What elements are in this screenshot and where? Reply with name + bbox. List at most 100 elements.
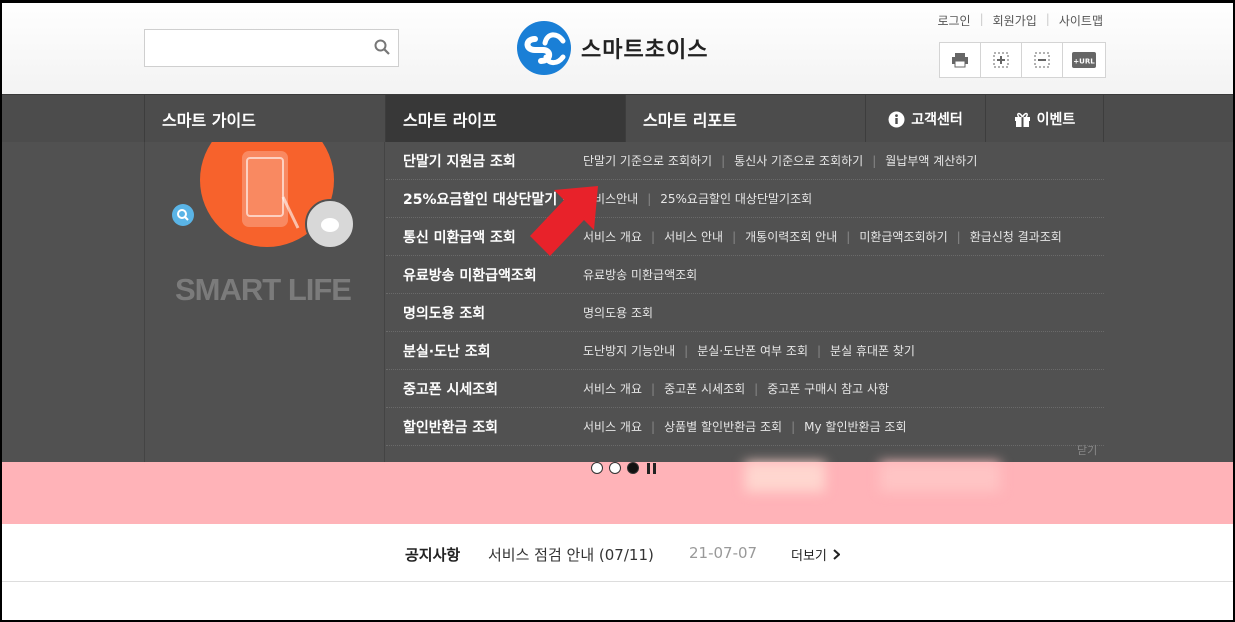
separator: | <box>979 12 984 26</box>
separator: | <box>817 343 822 358</box>
url-copy-button[interactable]: +URL <box>1063 43 1105 77</box>
nav-label: 고객센터 <box>911 112 963 128</box>
red-arrow-annotation <box>530 186 598 256</box>
nav-label: 스마트 가이드 <box>162 111 256 130</box>
nav-smart-life[interactable]: 스마트 라이프 <box>385 95 625 143</box>
submenu-title[interactable]: 중고폰 시세조회 <box>386 379 583 399</box>
submenu-title[interactable]: 단말기 지원금 조회 <box>386 151 583 171</box>
submenu-row: 할인반환금 조회 서비스 개요 | 상품별 할인반환금 조회 | My 할인반환금 조회 <box>386 408 1104 446</box>
nav-customer-center[interactable]: 고객센터 <box>865 95 985 143</box>
svg-text:+URL: +URL <box>1073 58 1095 66</box>
submenu-link[interactable]: 25%요금할인 대상단말기조회 <box>660 190 812 207</box>
logo-icon <box>517 21 571 75</box>
nav-smart-guide[interactable]: 스마트 가이드 <box>144 95 385 143</box>
submenu-link[interactable]: 중고폰 시세조회 <box>664 380 745 397</box>
submenu-links: 도난방지 기능안내 | 분실·도난폰 여부 조회 | 분실 휴대폰 찾기 <box>583 342 915 359</box>
page-tools: +URL <box>939 42 1106 78</box>
notice-title[interactable]: 서비스 점검 안내 (07/11) <box>488 544 654 565</box>
submenu-row: 단말기 지원금 조회 단말기 기준으로 조회하기 | 통신사 기준으로 조회하기 | 월납… <box>386 142 1104 180</box>
separator: | <box>732 229 737 244</box>
submenu-link[interactable]: 통신사 기준으로 조회하기 <box>734 152 863 169</box>
submenu-row: 유료방송 미환급액조회 유료방송 미환급액조회 <box>386 256 1104 294</box>
nav-label: 이벤트 <box>1036 112 1076 128</box>
submenu-link[interactable]: 서비스 안내 <box>664 228 723 245</box>
separator: | <box>647 191 652 206</box>
chevron-right-icon <box>833 549 840 560</box>
submenu-link[interactable]: My 할인반환금 조회 <box>804 418 906 435</box>
login-link[interactable]: 로그인 <box>937 12 970 29</box>
separator: | <box>651 419 656 434</box>
separator: | <box>754 381 759 396</box>
submenu-link[interactable]: 단말기 기준으로 조회하기 <box>583 152 712 169</box>
submenu-link[interactable]: 환급신청 결과조회 <box>970 228 1062 245</box>
separator: | <box>684 343 689 358</box>
site-logo[interactable]: 스마트초이스 <box>515 20 708 76</box>
submenu-link[interactable]: 중고폰 구매시 참고 사항 <box>767 380 889 397</box>
submenu-row: 통신 미환급액 조회 서비스 개요 | 서비스 안내 | 개통이력조회 안내 | 미환급액조회… <box>386 218 1104 256</box>
main-nav: 스마트 가이드 스마트 라이프 스마트 리포트 고객센터 이벤트 <box>0 94 1235 143</box>
submenu-links: 서비스안내 | 25%요금할인 대상단말기조회 <box>583 190 812 207</box>
print-icon <box>952 53 968 68</box>
submenu-links: 명의도용 조회 <box>583 304 653 321</box>
carousel-dot-active[interactable] <box>627 462 639 474</box>
section-title: SMART LIFE <box>175 272 352 307</box>
separator: | <box>872 153 877 168</box>
nav-smart-report[interactable]: 스마트 리포트 <box>625 95 865 143</box>
notice-date: 21-07-07 <box>689 544 758 562</box>
zoom-out-button[interactable] <box>1022 43 1063 77</box>
separator: | <box>651 229 656 244</box>
submenu-link[interactable]: 미환급액조회하기 <box>859 228 947 245</box>
submenu-links: 유료방송 미환급액조회 <box>583 266 697 283</box>
carousel-controls <box>591 462 656 474</box>
separator: | <box>1045 12 1050 26</box>
separator: | <box>846 229 851 244</box>
search-field[interactable] <box>145 30 365 66</box>
submenu-link[interactable]: 서비스 개요 <box>583 418 642 435</box>
submenu-title[interactable]: 유료방송 미환급액조회 <box>386 265 583 285</box>
submenu-row: 25%요금할인 대상단말기 조회 서비스안내 | 25%요금할인 대상단말기조회 <box>386 180 1104 218</box>
submenu-links: 서비스 개요 | 서비스 안내 | 개통이력조회 안내 | 미환급액조회하기 | 환급신청 결과… <box>583 228 1062 245</box>
submenu-title[interactable]: 분실·도난 조회 <box>386 341 583 361</box>
nav-event[interactable]: 이벤트 <box>985 95 1104 143</box>
separator: | <box>956 229 961 244</box>
mega-menu: SMART LIFE 단말기 지원금 조회 단말기 기준으로 조회하기 | 통신사 기… <box>0 142 1235 462</box>
more-label: 더보기 <box>791 549 827 564</box>
submenu-link[interactable]: 명의도용 조회 <box>583 304 653 321</box>
submenu-title[interactable]: 명의도용 조회 <box>386 303 583 323</box>
separator: | <box>791 419 796 434</box>
notice-bar: 공지사항 서비스 점검 안내 (07/11) 21-07-07 더보기 <box>0 524 1235 582</box>
submenu-title[interactable]: 할인반환금 조회 <box>386 417 583 437</box>
submenu-row: 중고폰 시세조회 서비스 개요 | 중고폰 시세조회 | 중고폰 구매시 참고 사항 <box>386 370 1104 408</box>
notice-label: 공지사항 <box>405 546 461 564</box>
submenu-links: 서비스 개요 | 상품별 할인반환금 조회 | My 할인반환금 조회 <box>583 418 907 435</box>
section-illustration: SMART LIFE <box>144 142 385 462</box>
url-copy-icon: +URL <box>1072 52 1096 68</box>
submenu-links: 단말기 기준으로 조회하기 | 통신사 기준으로 조회하기 | 월납부액 계산하기 <box>583 152 977 169</box>
print-button[interactable] <box>940 43 981 77</box>
signup-link[interactable]: 회원가입 <box>993 12 1037 29</box>
submenu-row: 명의도용 조회 명의도용 조회 <box>386 294 1104 332</box>
search-input[interactable] <box>144 29 399 67</box>
submenu-link[interactable]: 유료방송 미환급액조회 <box>583 266 697 283</box>
submenu-link[interactable]: 분실·도난폰 여부 조회 <box>697 342 808 359</box>
separator: | <box>721 153 726 168</box>
site-header: 스마트초이스 로그인 | 회원가입 | 사이트맵 +URL <box>0 0 1235 94</box>
info-icon <box>888 111 905 127</box>
submenu-link[interactable]: 서비스 개요 <box>583 380 642 397</box>
submenu-row: 분실·도난 조회 도난방지 기능안내 | 분실·도난폰 여부 조회 | 분실 휴대폰 찾기 <box>386 332 1104 370</box>
submenu-link[interactable]: 월납부액 계산하기 <box>885 152 977 169</box>
search-icon[interactable] <box>374 39 390 55</box>
pause-icon[interactable] <box>647 462 656 474</box>
more-link[interactable]: 더보기 <box>791 545 840 564</box>
zoom-in-icon <box>993 52 1009 68</box>
carousel-dot[interactable] <box>609 462 621 474</box>
close-menu-link[interactable]: 닫기 <box>1077 442 1097 458</box>
submenu-link[interactable]: 개통이력조회 안내 <box>745 228 837 245</box>
submenu-link[interactable]: 분실 휴대폰 찾기 <box>830 342 915 359</box>
sitemap-link[interactable]: 사이트맵 <box>1059 12 1103 29</box>
submenu-link[interactable]: 도난방지 기능안내 <box>583 342 675 359</box>
submenu-link[interactable]: 상품별 할인반환금 조회 <box>664 418 782 435</box>
carousel-dot[interactable] <box>591 462 603 474</box>
zoom-in-button[interactable] <box>981 43 1022 77</box>
logo-text: 스마트초이스 <box>581 38 709 63</box>
